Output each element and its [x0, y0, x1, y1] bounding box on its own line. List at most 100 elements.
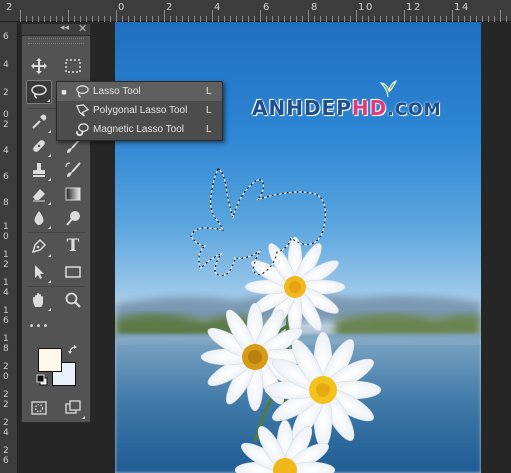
- foreground-color-swatch[interactable]: [38, 348, 62, 372]
- history-brush-tool[interactable]: [60, 158, 86, 182]
- ruler-label: 6: [3, 32, 9, 42]
- hand-icon: [33, 293, 43, 307]
- flyout-item-magnetic-lasso-tool[interactable]: Magnetic Lasso Tool L: [57, 120, 222, 139]
- type-tool[interactable]: T: [60, 234, 86, 258]
- panel-grip[interactable]: [28, 38, 84, 44]
- ruler-tick: [26, 16, 27, 22]
- ruler-tick: [38, 16, 39, 22]
- ruler-label: 4: [3, 428, 9, 438]
- more-icon: •••: [28, 320, 50, 332]
- spot-healing-brush-tool[interactable]: [26, 134, 52, 158]
- flyout-item-lasso-tool[interactable]: ■ Lasso Tool L: [57, 82, 222, 101]
- ruler-label: 2: [3, 400, 9, 410]
- ruler-tick: [98, 16, 99, 22]
- edit-toolbar-button[interactable]: •••: [26, 314, 52, 338]
- ruler-label: 4: [462, 2, 469, 13]
- watermark-part2: HD: [351, 96, 388, 120]
- lasso-tool-flyout[interactable]: ■ Lasso Tool L Polygonal Lasso Tool L Ma…: [56, 81, 223, 141]
- default-colors-icon[interactable]: [36, 374, 48, 386]
- magnetic-lasso-icon: [71, 122, 93, 138]
- ruler-label: 2: [3, 362, 9, 372]
- leaf-icon: [379, 79, 397, 98]
- collapse-panel-button[interactable]: ◂◂: [60, 23, 69, 33]
- ruler-label: 4: [3, 146, 9, 156]
- quick-mask-mode-button[interactable]: [26, 396, 52, 420]
- hand-tool[interactable]: [26, 288, 52, 312]
- ruler-label: 0: [3, 372, 9, 382]
- eraser-tool[interactable]: [26, 182, 52, 206]
- quick-mask-icon: [31, 401, 47, 415]
- ruler-label: 2: [414, 2, 421, 13]
- marquee-icon: [65, 59, 81, 73]
- ruler-label: 2: [3, 390, 9, 400]
- ruler-tick: [44, 16, 45, 22]
- bandage-icon: [33, 140, 45, 152]
- ruler-label: 0: [366, 2, 373, 13]
- ruler-tick: [56, 16, 57, 22]
- lasso-tool[interactable]: [26, 80, 52, 104]
- eyedropper-tool[interactable]: [26, 110, 52, 134]
- blur-drop-icon: [34, 211, 44, 225]
- dodge-tool[interactable]: [60, 206, 86, 230]
- zoom-icon: [65, 292, 81, 308]
- pen-tool[interactable]: [26, 234, 52, 258]
- ruler-label: 8: [311, 2, 318, 13]
- screen-mode-button[interactable]: [60, 396, 86, 420]
- rectangular-marquee-tool[interactable]: [60, 54, 86, 78]
- ruler-tick: [404, 10, 405, 22]
- dodge-icon: [66, 211, 80, 226]
- vertical-ruler[interactable]: 6 4 2 0 2 4 6 8 1 0 1 2 1 4 1 6 1 8 2 0 …: [0, 22, 18, 473]
- ruler-tick: [164, 10, 165, 22]
- polygonal-lasso-icon: [71, 103, 93, 119]
- watermark-part1: ANHDEP: [252, 96, 352, 120]
- tools-panel-header[interactable]: ◂◂ ✕: [22, 22, 90, 36]
- arrow-cursor-icon: [35, 265, 44, 279]
- ruler-label: 6: [263, 2, 270, 13]
- ruler-tick: [452, 10, 453, 22]
- ruler-label: 1: [3, 306, 9, 316]
- ruler-tick: [20, 10, 21, 22]
- ruler-label: 0: [3, 232, 9, 242]
- flyout-item-label: Magnetic Lasso Tool: [93, 124, 184, 135]
- ruler-label: 6: [3, 172, 9, 182]
- ruler-tick: [50, 16, 51, 22]
- zoom-tool[interactable]: [60, 288, 86, 312]
- ruler-label: 1: [406, 2, 413, 13]
- rectangle-tool[interactable]: [60, 260, 86, 284]
- ruler-tick: [116, 10, 117, 22]
- ruler-tick: [308, 10, 309, 22]
- clone-stamp-tool[interactable]: [26, 158, 52, 182]
- flyout-item-shortcut: L: [206, 86, 212, 97]
- gradient-tool[interactable]: [60, 182, 86, 206]
- ruler-label: 0: [3, 110, 9, 120]
- ruler-tick: [32, 16, 33, 22]
- horizontal-ruler[interactable]: 2 0 2 4 6 8 1 0 1 2 1 4: [0, 0, 511, 22]
- ruler-label: 4: [3, 288, 9, 298]
- ruler-tick: [74, 16, 75, 22]
- path-selection-tool[interactable]: [26, 260, 52, 284]
- ruler-label: 2: [166, 2, 173, 13]
- pen-icon: [31, 238, 47, 254]
- stamp-icon: [33, 163, 45, 177]
- ruler-label: 1: [3, 334, 9, 344]
- ruler-label: 1: [358, 2, 365, 13]
- ruler-label: 2: [6, 2, 13, 13]
- ruler-tick: [110, 16, 111, 22]
- ruler-tick: [482, 16, 483, 22]
- move-tool[interactable]: [26, 54, 52, 78]
- flyout-item-polygonal-lasso-tool[interactable]: Polygonal Lasso Tool L: [57, 101, 222, 120]
- ruler-tick: [212, 10, 213, 22]
- swap-colors-icon[interactable]: [68, 344, 80, 356]
- flyout-item-label: Polygonal Lasso Tool: [93, 105, 188, 116]
- ruler-tick: [506, 16, 507, 22]
- blur-tool[interactable]: [26, 206, 52, 230]
- ruler-label: 1: [3, 250, 9, 260]
- ruler-tick: [92, 16, 93, 22]
- ruler-tick: [500, 10, 501, 22]
- eraser-icon: [33, 189, 45, 202]
- type-icon: T: [66, 236, 80, 256]
- flyout-item-shortcut: L: [206, 124, 212, 135]
- close-panel-button[interactable]: ✕: [78, 22, 87, 35]
- ruler-label: 8: [3, 344, 9, 354]
- lasso-icon: [71, 84, 93, 100]
